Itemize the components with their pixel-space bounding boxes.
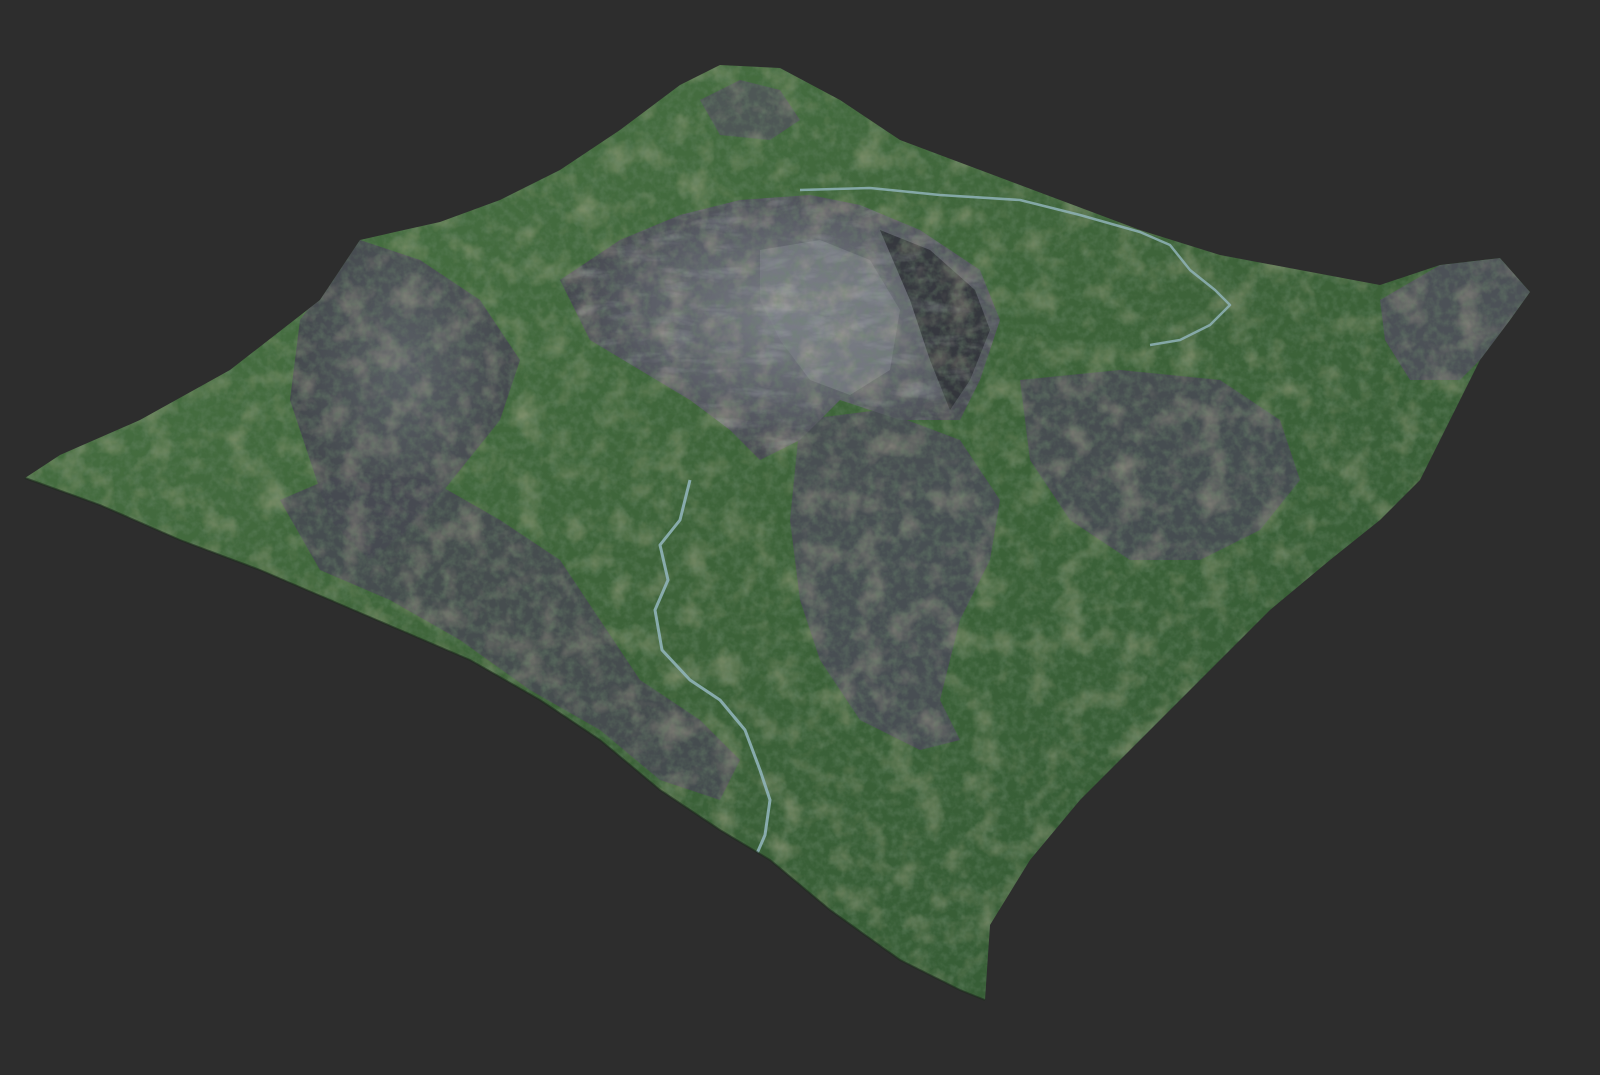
render-viewport [0, 0, 1600, 1075]
terrain-render [24, 65, 1530, 1001]
